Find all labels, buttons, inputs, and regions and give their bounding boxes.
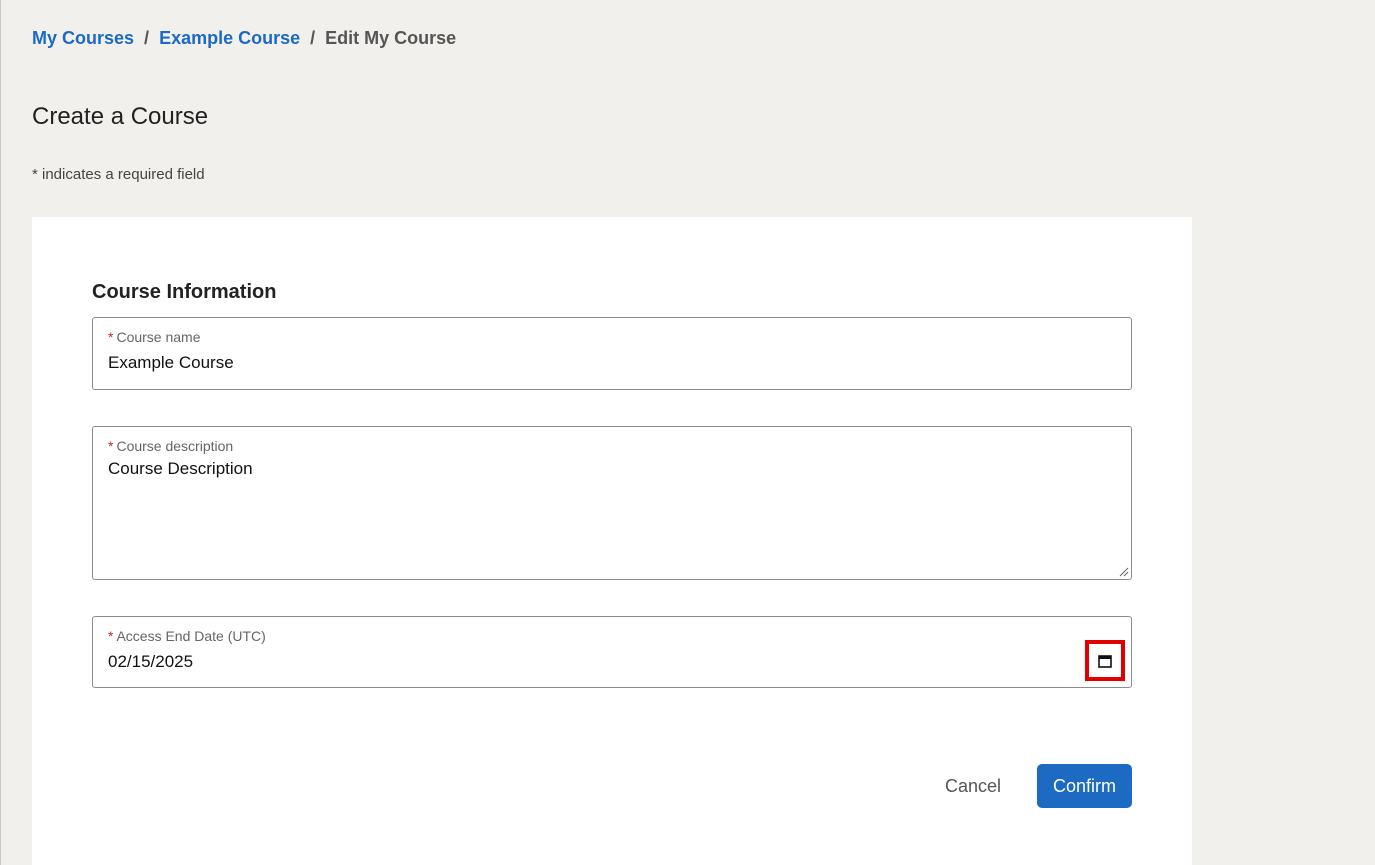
course-description-field[interactable]: * Course description Course Description — [92, 426, 1132, 580]
breadcrumb: My Courses / Example Course / Edit My Course — [32, 28, 456, 49]
section-title: Course Information — [92, 281, 277, 303]
access-end-date-field[interactable]: * Access End Date (UTC) 02/15/2025 — [92, 616, 1132, 688]
course-name-field[interactable]: * Course name Example Course — [92, 317, 1132, 390]
access-end-date-label: * Access End Date (UTC) — [108, 628, 266, 644]
cancel-button[interactable]: Cancel — [927, 766, 1019, 807]
course-name-label-text: Course name — [116, 329, 201, 345]
breadcrumb-separator: / — [144, 28, 150, 48]
breadcrumb-separator: / — [310, 28, 316, 48]
course-name-label: * Course name — [108, 329, 201, 345]
required-marker: * — [108, 628, 114, 644]
calendar-icon — [1098, 654, 1112, 668]
course-name-input[interactable]: Example Course — [108, 353, 234, 373]
required-marker: * — [108, 438, 114, 454]
confirm-button[interactable]: Confirm — [1037, 764, 1132, 808]
course-description-textarea[interactable]: Course Description — [108, 459, 253, 479]
resize-handle-icon[interactable] — [1118, 566, 1129, 577]
required-field-note: * indicates a required field — [32, 166, 205, 183]
form-actions: Cancel Confirm — [927, 764, 1132, 808]
page-title: Create a Course — [32, 103, 209, 130]
access-end-date-label-text: Access End Date (UTC) — [116, 628, 266, 644]
required-marker: * — [108, 329, 114, 345]
course-description-label-text: Course description — [116, 438, 234, 454]
breadcrumb-current: Edit My Course — [325, 28, 457, 48]
breadcrumb-link-my-courses[interactable]: My Courses — [32, 28, 134, 48]
access-end-date-input[interactable]: 02/15/2025 — [108, 652, 193, 672]
course-description-label: * Course description — [108, 438, 233, 454]
course-form-card: Course Information * Course name Example … — [32, 217, 1192, 865]
calendar-picker-button[interactable] — [1085, 640, 1125, 681]
breadcrumb-link-example-course[interactable]: Example Course — [159, 28, 300, 48]
page: My Courses / Example Course / Edit My Course… — [0, 0, 1375, 865]
